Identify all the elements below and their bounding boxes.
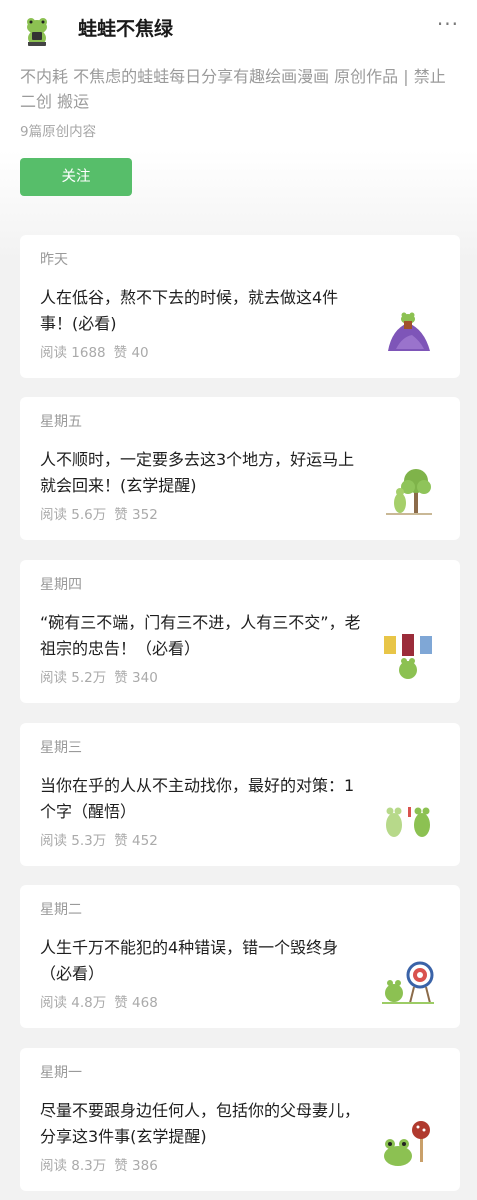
account-avatar[interactable] — [18, 10, 56, 48]
article-date: 星期一 — [40, 1065, 82, 1081]
frog-tree-thumbnail — [386, 469, 432, 515]
read-count: 阅读 1688 — [40, 345, 106, 361]
article-card[interactable]: 星期二 人生千万不能犯的4种错误，错一个毁终身（必看） 阅读 4.8万赞 468 — [20, 885, 460, 1028]
article-stats: 阅读 5.2万赞 340 — [40, 666, 158, 686]
two-frogs-thumbnail — [386, 807, 430, 837]
like-count: 赞 352 — [114, 507, 158, 523]
like-count: 赞 452 — [114, 833, 158, 849]
follow-button[interactable]: 关注 — [20, 158, 132, 196]
article-title: 人在低谷，熬不下去的时候，就去做这4件事！(必看) — [40, 288, 339, 333]
article-stats: 阅读 4.8万赞 468 — [40, 991, 158, 1011]
article-card[interactable]: 星期一 尽量不要跟身边任何人，包括你的父母妻儿，分享这3件事(玄学提醒) 阅读 … — [20, 1048, 460, 1191]
article-card[interactable]: 星期四 “碗有三不端，门有三不进，人有三不交”，老祖宗的忠告！（必看） 阅读 5… — [20, 560, 460, 703]
article-card[interactable]: 星期三 当你在乎的人从不主动找你，最好的对策：1个字（醒悟） 阅读 5.3万赞 … — [20, 723, 460, 866]
original-count: 9篇原创内容 — [20, 124, 97, 140]
article-card[interactable]: 昨天 人在低谷，熬不下去的时候，就去做这4件事！(必看) 阅读 1688 赞 40 — [20, 235, 460, 378]
article-stats: 阅读 8.3万赞 386 — [40, 1154, 158, 1174]
article-title: 人不顺时，一定要多去这3个地方，好运马上就会回来！(玄学提醒) — [40, 450, 355, 495]
read-count: 阅读 8.3万 — [40, 1158, 107, 1174]
like-count: 赞 40 — [113, 345, 149, 361]
article-date: 星期三 — [40, 740, 82, 756]
article-title: “碗有三不端，门有三不进，人有三不交”，老祖宗的忠告！（必看） — [40, 613, 361, 658]
frog-banners-thumbnail — [384, 634, 432, 679]
like-count: 赞 340 — [114, 670, 158, 686]
article-title: 人生千万不能犯的4种错误，错一个毁终身（必看） — [40, 938, 339, 983]
read-count: 阅读 5.2万 — [40, 670, 107, 686]
frog-purple-blanket-thumbnail — [388, 312, 430, 351]
like-count: 赞 468 — [114, 995, 158, 1011]
account-name: 蛙蛙不焦绿 — [78, 18, 174, 40]
article-date: 星期五 — [40, 414, 82, 430]
article-stats: 阅读 5.3万赞 452 — [40, 829, 158, 849]
frog-mushroom-thumbnail — [384, 1121, 430, 1166]
article-title: 尽量不要跟身边任何人，包括你的父母妻儿，分享这3件事(玄学提醒) — [40, 1101, 361, 1146]
article-stats: 阅读 1688 赞 40 — [40, 341, 149, 361]
like-count: 赞 386 — [114, 1158, 158, 1174]
article-date: 星期四 — [40, 577, 82, 593]
article-date: 星期二 — [40, 902, 82, 918]
article-date: 昨天 — [40, 252, 68, 268]
account-header: 蛙蛙不焦绿 ··· 不内耗 不焦虑的蛙蛙每日分享有趣绘画漫画 原创作品 | 禁止… — [0, 0, 477, 230]
more-dots-icon[interactable]: ··· — [437, 12, 459, 36]
read-count: 阅读 4.8万 — [40, 995, 107, 1011]
article-stats: 阅读 5.6万赞 352 — [40, 503, 158, 523]
frog-target-thumbnail — [382, 961, 434, 1004]
account-description: 不内耗 不焦虑的蛙蛙每日分享有趣绘画漫画 原创作品 | 禁止二创 搬运 — [20, 67, 446, 111]
read-count: 阅读 5.6万 — [40, 507, 107, 523]
frog-avatar-icon — [18, 10, 56, 48]
article-card[interactable]: 星期五 人不顺时，一定要多去这3个地方，好运马上就会回来！(玄学提醒) 阅读 5… — [20, 397, 460, 540]
article-title: 当你在乎的人从不主动找你，最好的对策：1个字（醒悟） — [40, 776, 355, 821]
read-count: 阅读 5.3万 — [40, 833, 107, 849]
